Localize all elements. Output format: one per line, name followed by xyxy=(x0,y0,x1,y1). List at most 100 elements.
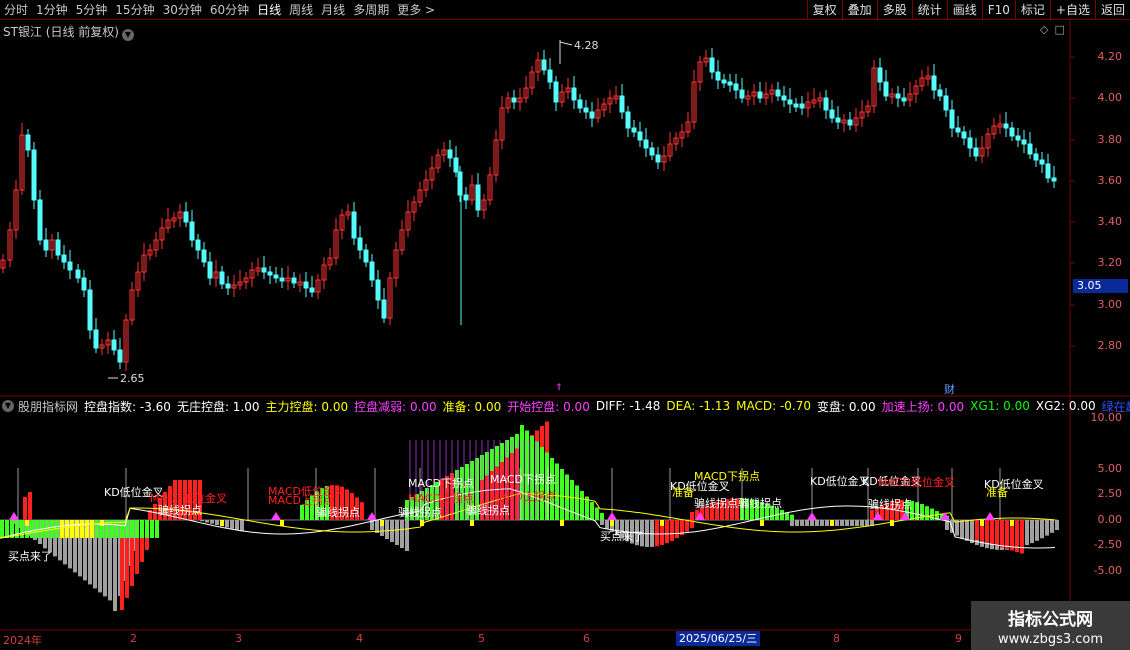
candle-body xyxy=(81,277,87,291)
histogram-bar xyxy=(1000,520,1004,548)
signal-label: MACD低位金叉 xyxy=(878,476,955,489)
toolbar-button-6[interactable]: 标记 xyxy=(1014,0,1050,20)
toolbar-button-0[interactable]: 复权 xyxy=(806,0,842,20)
period-tab-0[interactable]: 分时 xyxy=(4,1,28,18)
candle-body xyxy=(583,107,589,113)
histogram-bar xyxy=(23,497,27,520)
histogram-bar xyxy=(35,520,39,538)
signal-label: MACD上拐点 xyxy=(490,490,556,503)
candle-body xyxy=(1051,177,1057,182)
histogram-bar xyxy=(225,520,229,528)
histogram-bar xyxy=(0,520,4,538)
period-tab-7[interactable]: 周线 xyxy=(289,1,313,18)
histogram-bar xyxy=(995,520,999,546)
square-icon[interactable]: □ xyxy=(1054,23,1070,36)
date-tick: 2024年 xyxy=(3,634,42,647)
candle-body xyxy=(949,109,955,129)
histogram-bar xyxy=(560,520,564,526)
toolbar-button-1[interactable]: 叠加 xyxy=(841,0,877,20)
histogram-bar xyxy=(690,512,694,520)
histogram-bar xyxy=(590,502,594,520)
candle-body xyxy=(541,59,547,71)
histogram-bar xyxy=(390,520,394,542)
period-tab-2[interactable]: 5分钟 xyxy=(76,1,108,18)
toolbar-button-8[interactable]: 返回 xyxy=(1094,0,1130,20)
signal-label: 准备 xyxy=(986,486,1008,499)
candle-body xyxy=(67,261,73,271)
candle-body xyxy=(267,271,273,276)
histogram-bar xyxy=(830,520,834,526)
candle-body xyxy=(463,194,469,201)
finance-marker[interactable]: 财 xyxy=(944,381,955,397)
candle-body xyxy=(757,91,763,99)
candle-body xyxy=(363,249,369,263)
triangle-marker xyxy=(271,512,281,520)
histogram-bar xyxy=(470,520,474,526)
signal-label: 骗线拐点 xyxy=(466,504,510,517)
toolbar-button-5[interactable]: F10 xyxy=(981,0,1015,20)
histogram-bar xyxy=(405,520,409,551)
histogram-bar xyxy=(215,520,219,525)
candle-body xyxy=(631,127,637,133)
candle-body xyxy=(883,81,889,97)
indicator-value-7: DIFF: -1.48 xyxy=(595,399,661,413)
period-tab-6[interactable]: 日线 xyxy=(257,1,281,18)
candle-body xyxy=(1021,139,1027,145)
price-tick: 3.20 xyxy=(1097,256,1123,269)
toolbar-button-7[interactable]: +自选 xyxy=(1049,0,1095,20)
toolbar-button-4[interactable]: 画线 xyxy=(946,0,982,20)
period-tab-1[interactable]: 1分钟 xyxy=(36,1,68,18)
histogram-bar xyxy=(825,520,829,526)
histogram-bar xyxy=(235,520,239,530)
stock-title[interactable]: ST银江 (日线 前复权) ▼ xyxy=(3,23,134,41)
candle-body xyxy=(183,211,189,223)
diamond-icon[interactable]: ◇ xyxy=(1040,23,1054,36)
histogram-bar xyxy=(230,520,234,529)
candle-body xyxy=(835,117,841,123)
candle-body xyxy=(649,147,655,156)
histogram-bar xyxy=(860,520,864,526)
period-tab-8[interactable]: 月线 xyxy=(321,1,345,18)
histogram-bar xyxy=(60,520,64,526)
price-tick: 3.00 xyxy=(1097,298,1123,311)
indicator-value-10: 变盘: 0.00 xyxy=(817,399,876,414)
chart-corner-icons[interactable]: ◇□ xyxy=(1040,23,1071,36)
histogram-bar xyxy=(810,520,814,526)
candle-body xyxy=(25,134,31,151)
candle-body xyxy=(303,281,309,289)
watermark-url: www.zbgs3.com xyxy=(997,632,1104,647)
indicator-value-0: 股朋指标网 xyxy=(18,399,79,414)
period-tab-10[interactable]: 更多 > xyxy=(397,1,435,18)
candle-body xyxy=(201,249,207,263)
histogram-bar xyxy=(960,520,964,539)
histogram-bar xyxy=(130,520,134,538)
period-tab-4[interactable]: 30分钟 xyxy=(163,1,202,18)
signal-label: 骗线拐点骗线拐点 xyxy=(694,497,782,510)
period-tab-3[interactable]: 15分钟 xyxy=(115,1,154,18)
chart-canvas[interactable]: 4.28 2.65 xyxy=(0,0,1130,650)
candle-body xyxy=(739,89,745,99)
candle-body xyxy=(961,131,967,139)
histogram-bar xyxy=(835,520,839,526)
histogram-bar xyxy=(80,520,84,538)
toolbar-button-2[interactable]: 多股 xyxy=(876,0,912,20)
histogram-bar xyxy=(655,520,659,547)
chevron-down-icon[interactable]: ▼ xyxy=(121,29,134,41)
histogram-bar xyxy=(660,520,664,526)
toolbar-button-3[interactable]: 统计 xyxy=(911,0,947,20)
histogram-bar xyxy=(785,512,789,520)
chevron-down-icon[interactable]: ▼ xyxy=(2,400,14,412)
histogram-bar xyxy=(795,520,799,526)
histogram-bar xyxy=(220,520,224,526)
candle-body xyxy=(901,97,907,102)
indicator-value-2: 无庄控盘: 1.00 xyxy=(176,399,260,414)
candle-body xyxy=(637,131,643,141)
candle-body xyxy=(589,111,595,119)
histogram-bar xyxy=(965,520,969,541)
price-tick: 3.40 xyxy=(1097,215,1123,228)
period-tab-9[interactable]: 多周期 xyxy=(353,1,389,18)
candle-body xyxy=(447,149,453,159)
period-tab-5[interactable]: 60分钟 xyxy=(210,1,249,18)
candle-body xyxy=(375,279,381,301)
stock-title-label: ST银江 (日线 前复权) xyxy=(3,25,119,39)
